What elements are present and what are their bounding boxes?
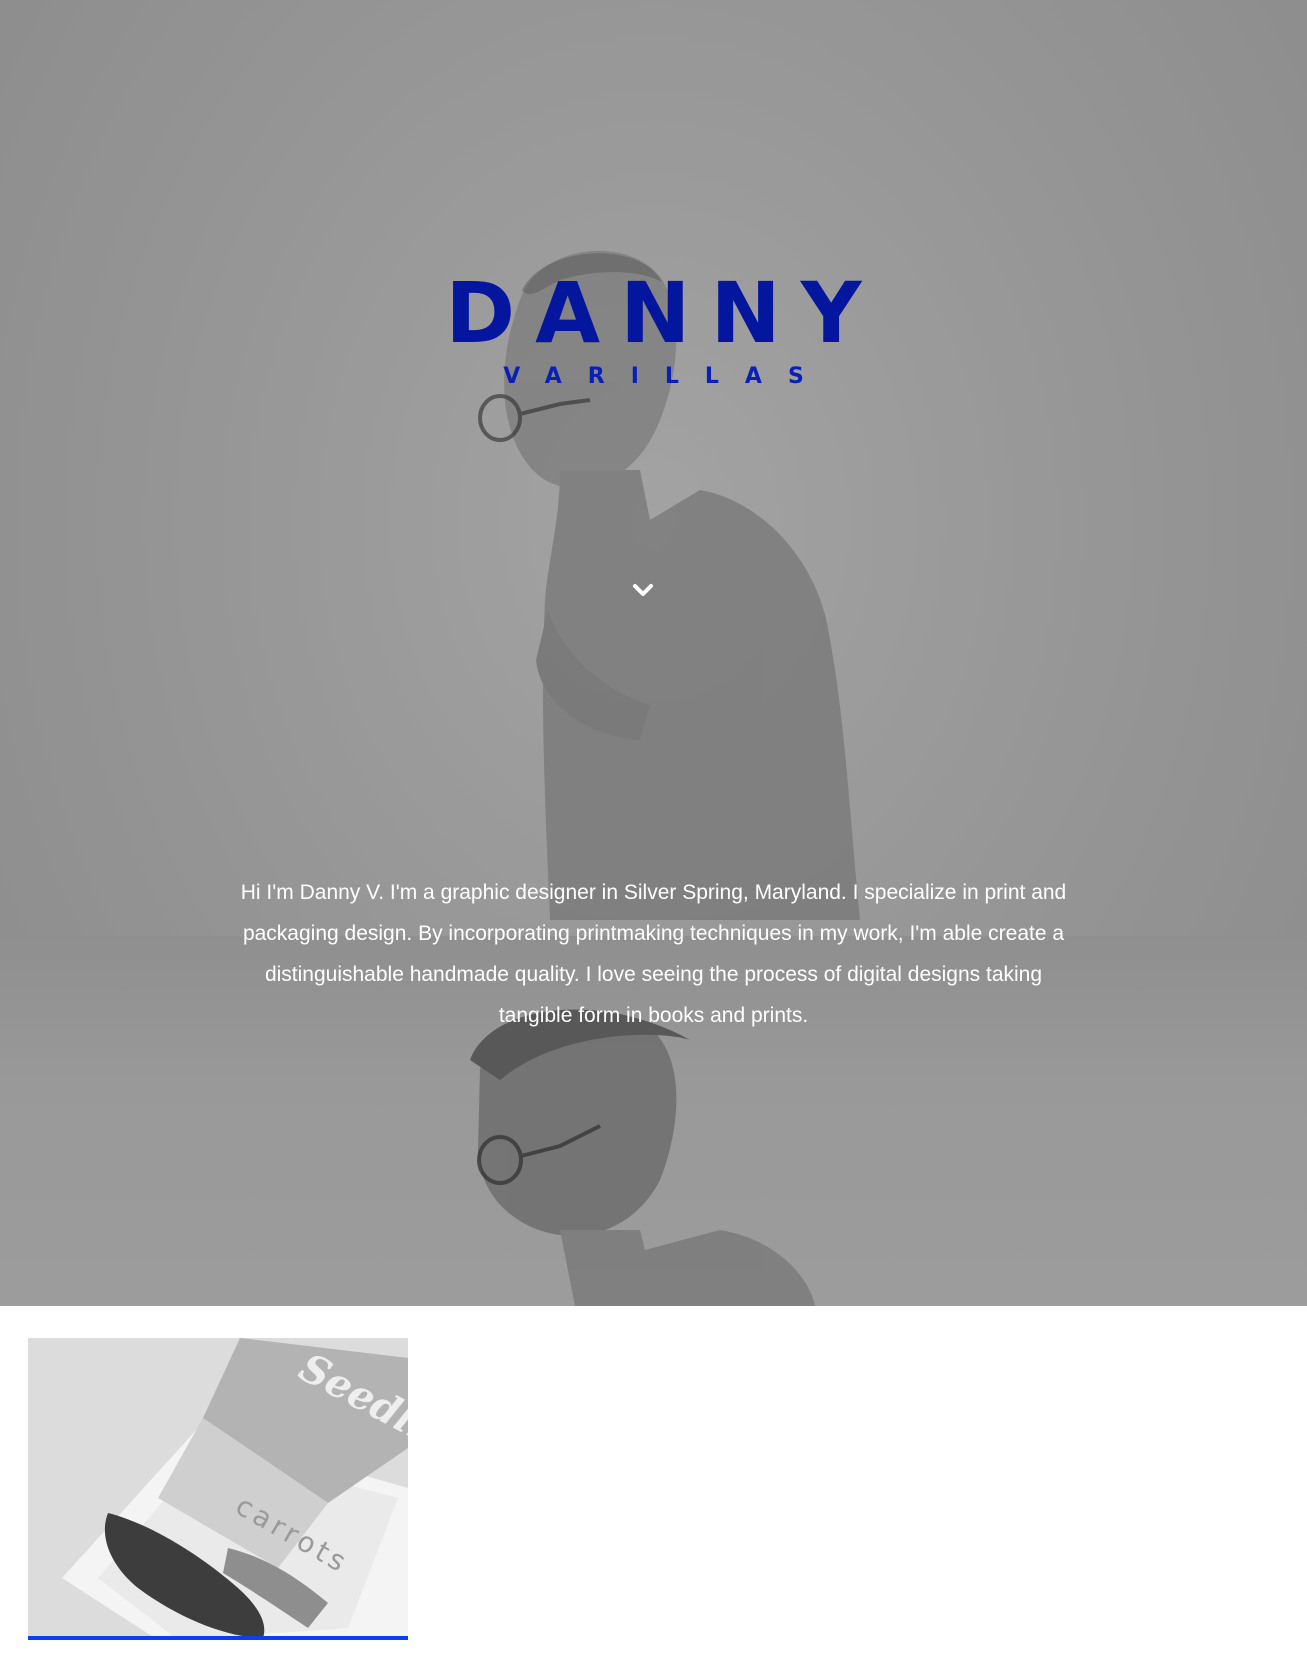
scroll-down-button[interactable] bbox=[628, 578, 658, 602]
chevron-down-icon bbox=[633, 584, 653, 596]
project-card-seedlings[interactable]: Seedlings carrots bbox=[28, 1338, 408, 1640]
intro-paragraph: Hi I'm Danny V. I'm a graphic designer i… bbox=[240, 881, 1067, 1027]
portrait-photo bbox=[470, 250, 860, 1306]
site-logo[interactable]: DANNY VARILLAS bbox=[0, 268, 1307, 389]
project-card-underline bbox=[28, 1636, 408, 1640]
hero-section: DANNY VARILLAS Hi I'm Danny V. I'm a gra… bbox=[0, 0, 1307, 1306]
logo-first-name: DANNY bbox=[445, 264, 882, 362]
logo-last-name: VARILLAS bbox=[503, 364, 830, 389]
